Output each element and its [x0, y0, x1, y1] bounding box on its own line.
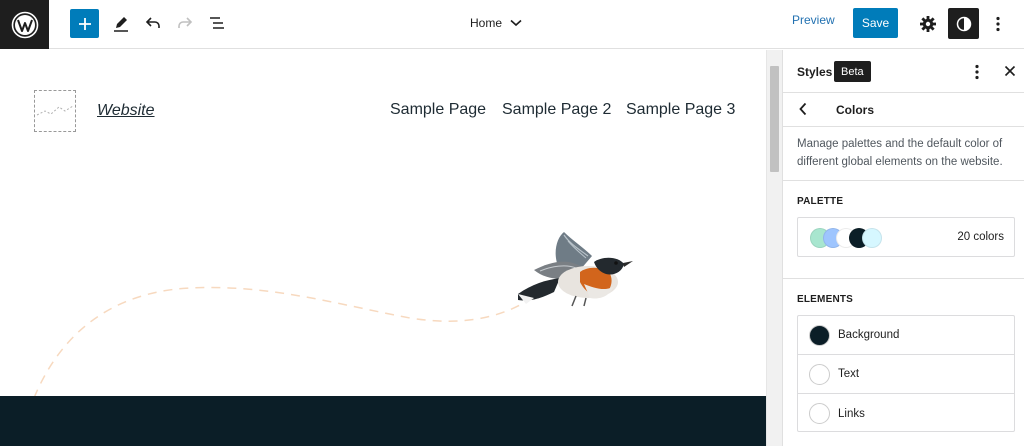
- settings-button[interactable]: [914, 10, 942, 38]
- elements-label: ELEMENTS: [797, 294, 854, 305]
- palette-button[interactable]: 20 colors: [797, 217, 1015, 257]
- tools-button[interactable]: [108, 10, 134, 36]
- colors-description: Manage palettes and the default color of…: [797, 138, 1003, 168]
- canvas-scrollbar[interactable]: [766, 50, 782, 446]
- divider: [783, 278, 1024, 279]
- element-text-button[interactable]: Text: [798, 355, 1014, 394]
- contrast-icon: [956, 16, 971, 31]
- preview-button[interactable]: Preview: [792, 13, 835, 27]
- elements-list: Background Text Links: [797, 315, 1015, 432]
- options-button[interactable]: [988, 10, 1008, 38]
- element-label: Background: [838, 329, 900, 341]
- document-title: Home: [470, 16, 503, 30]
- redo-button[interactable]: [172, 10, 198, 36]
- scrollbar-thumb[interactable]: [770, 66, 779, 172]
- element-label: Text: [838, 368, 860, 380]
- dashed-flight-path: [33, 286, 521, 399]
- divider: [783, 180, 1024, 181]
- color-indicator: [809, 363, 830, 385]
- list-view-icon: [210, 17, 224, 29]
- wordpress-logo-icon[interactable]: [0, 0, 49, 49]
- element-background-button[interactable]: Background: [798, 316, 1014, 355]
- editor-toolbar: Home Preview Save: [0, 0, 1024, 49]
- sidebar-header: Styles Beta: [783, 50, 1024, 93]
- element-links-button[interactable]: Links: [798, 394, 1014, 433]
- styles-sidebar: Styles Beta Colors Manage palettes and t…: [782, 50, 1024, 446]
- redo-icon: [178, 17, 193, 28]
- styles-button[interactable]: [948, 8, 979, 39]
- back-button[interactable]: [795, 101, 811, 117]
- beta-badge: Beta: [834, 61, 871, 82]
- palette-label: PALETTE: [797, 196, 844, 207]
- sidebar-title: Styles: [797, 65, 833, 79]
- divider: [783, 126, 1024, 127]
- panel-title: Colors: [836, 103, 875, 117]
- palette-count: 20 colors: [957, 231, 1004, 243]
- element-label: Links: [838, 407, 865, 420]
- chevron-down-icon: [510, 19, 522, 27]
- plus-icon: [78, 17, 91, 30]
- undo-icon: [145, 17, 160, 28]
- sidebar-options-button[interactable]: [970, 62, 984, 82]
- close-sidebar-button[interactable]: [1002, 63, 1018, 79]
- bird-illustration: [518, 232, 633, 307]
- close-icon: [1004, 65, 1016, 77]
- document-title-dropdown[interactable]: Home: [470, 13, 522, 33]
- footer-dark-band: [0, 396, 766, 446]
- color-indicator: [809, 403, 830, 424]
- more-vertical-icon: [996, 16, 1000, 32]
- gear-icon: [920, 16, 936, 32]
- chevron-left-icon: [799, 102, 807, 116]
- save-button[interactable]: Save: [853, 8, 898, 38]
- palette-swatch: [862, 228, 882, 248]
- pencil-icon: [114, 17, 128, 32]
- color-indicator: [809, 324, 830, 346]
- editor-canvas[interactable]: Website Sample Page Sample Page 2 Sample…: [0, 50, 766, 446]
- undo-button[interactable]: [140, 10, 166, 36]
- add-block-button[interactable]: [70, 9, 99, 38]
- list-view-button[interactable]: [204, 10, 230, 36]
- more-vertical-icon: [975, 64, 979, 80]
